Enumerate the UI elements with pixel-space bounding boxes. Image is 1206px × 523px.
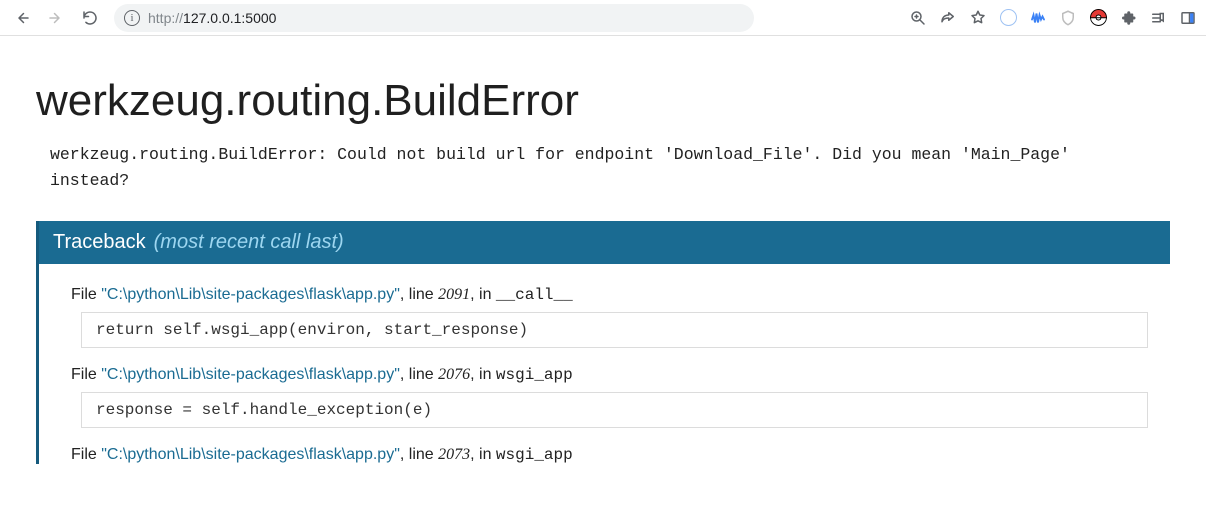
reload-button[interactable]: [76, 4, 104, 32]
url-text: http://127.0.0.1:5000: [148, 10, 276, 26]
traceback-frame[interactable]: File "C:\python\Lib\site-packages\flask\…: [71, 366, 1148, 428]
share-icon[interactable]: [938, 8, 958, 28]
extension-circle-icon[interactable]: [998, 8, 1018, 28]
frame-funcname: wsgi_app: [496, 446, 573, 464]
extension-wave-icon[interactable]: [1028, 8, 1048, 28]
frame-lineno: 2076: [438, 366, 470, 383]
extension-shield-icon[interactable]: [1058, 8, 1078, 28]
extensions-puzzle-icon[interactable]: [1118, 8, 1138, 28]
url-host: 127.0.0.1:5000: [183, 10, 276, 26]
page-content: werkzeug.routing.BuildError werkzeug.rou…: [0, 36, 1206, 522]
error-title: werkzeug.routing.BuildError: [36, 76, 1170, 126]
frame-path: "C:\python\Lib\site-packages\flask\app.p…: [101, 286, 400, 303]
frame-location: File "C:\python\Lib\site-packages\flask\…: [71, 366, 1148, 384]
forward-button[interactable]: [42, 4, 70, 32]
frame-lineno: 2073: [438, 446, 470, 463]
side-panel-icon[interactable]: [1178, 8, 1198, 28]
url-scheme: http://: [148, 10, 183, 26]
reload-icon: [81, 9, 99, 27]
arrow-right-icon: [47, 9, 65, 27]
back-button[interactable]: [8, 4, 36, 32]
frame-path: "C:\python\Lib\site-packages\flask\app.p…: [101, 366, 400, 383]
traceback-frames: File "C:\python\Lib\site-packages\flask\…: [39, 264, 1170, 464]
frame-location: File "C:\python\Lib\site-packages\flask\…: [71, 286, 1148, 304]
frame-code: response = self.handle_exception(e): [81, 392, 1148, 428]
traceback-header[interactable]: Traceback (most recent call last): [39, 221, 1170, 264]
frame-location: File "C:\python\Lib\site-packages\flask\…: [71, 446, 1148, 464]
site-info-icon[interactable]: i: [124, 10, 140, 26]
frame-funcname: __call__: [496, 286, 573, 304]
browser-toolbar: i http://127.0.0.1:5000: [0, 0, 1206, 36]
reading-list-icon[interactable]: [1148, 8, 1168, 28]
traceback-frame[interactable]: File "C:\python\Lib\site-packages\flask\…: [71, 446, 1148, 464]
traceback-frame[interactable]: File "C:\python\Lib\site-packages\flask\…: [71, 286, 1148, 348]
traceback-subtitle: (most recent call last): [154, 231, 344, 254]
zoom-icon[interactable]: [908, 8, 928, 28]
frame-code: return self.wsgi_app(environ, start_resp…: [81, 312, 1148, 348]
frame-funcname: wsgi_app: [496, 366, 573, 384]
frame-path: "C:\python\Lib\site-packages\flask\app.p…: [101, 446, 400, 463]
arrow-left-icon: [13, 9, 31, 27]
traceback-heading: Traceback: [53, 231, 146, 254]
extension-pokeball-icon[interactable]: [1088, 8, 1108, 28]
address-bar[interactable]: i http://127.0.0.1:5000: [114, 4, 754, 32]
traceback-section: Traceback (most recent call last) File "…: [36, 221, 1170, 464]
bookmark-star-icon[interactable]: [968, 8, 988, 28]
frame-lineno: 2091: [438, 286, 470, 303]
toolbar-actions: [908, 8, 1198, 28]
error-message: werkzeug.routing.BuildError: Could not b…: [50, 142, 1150, 193]
